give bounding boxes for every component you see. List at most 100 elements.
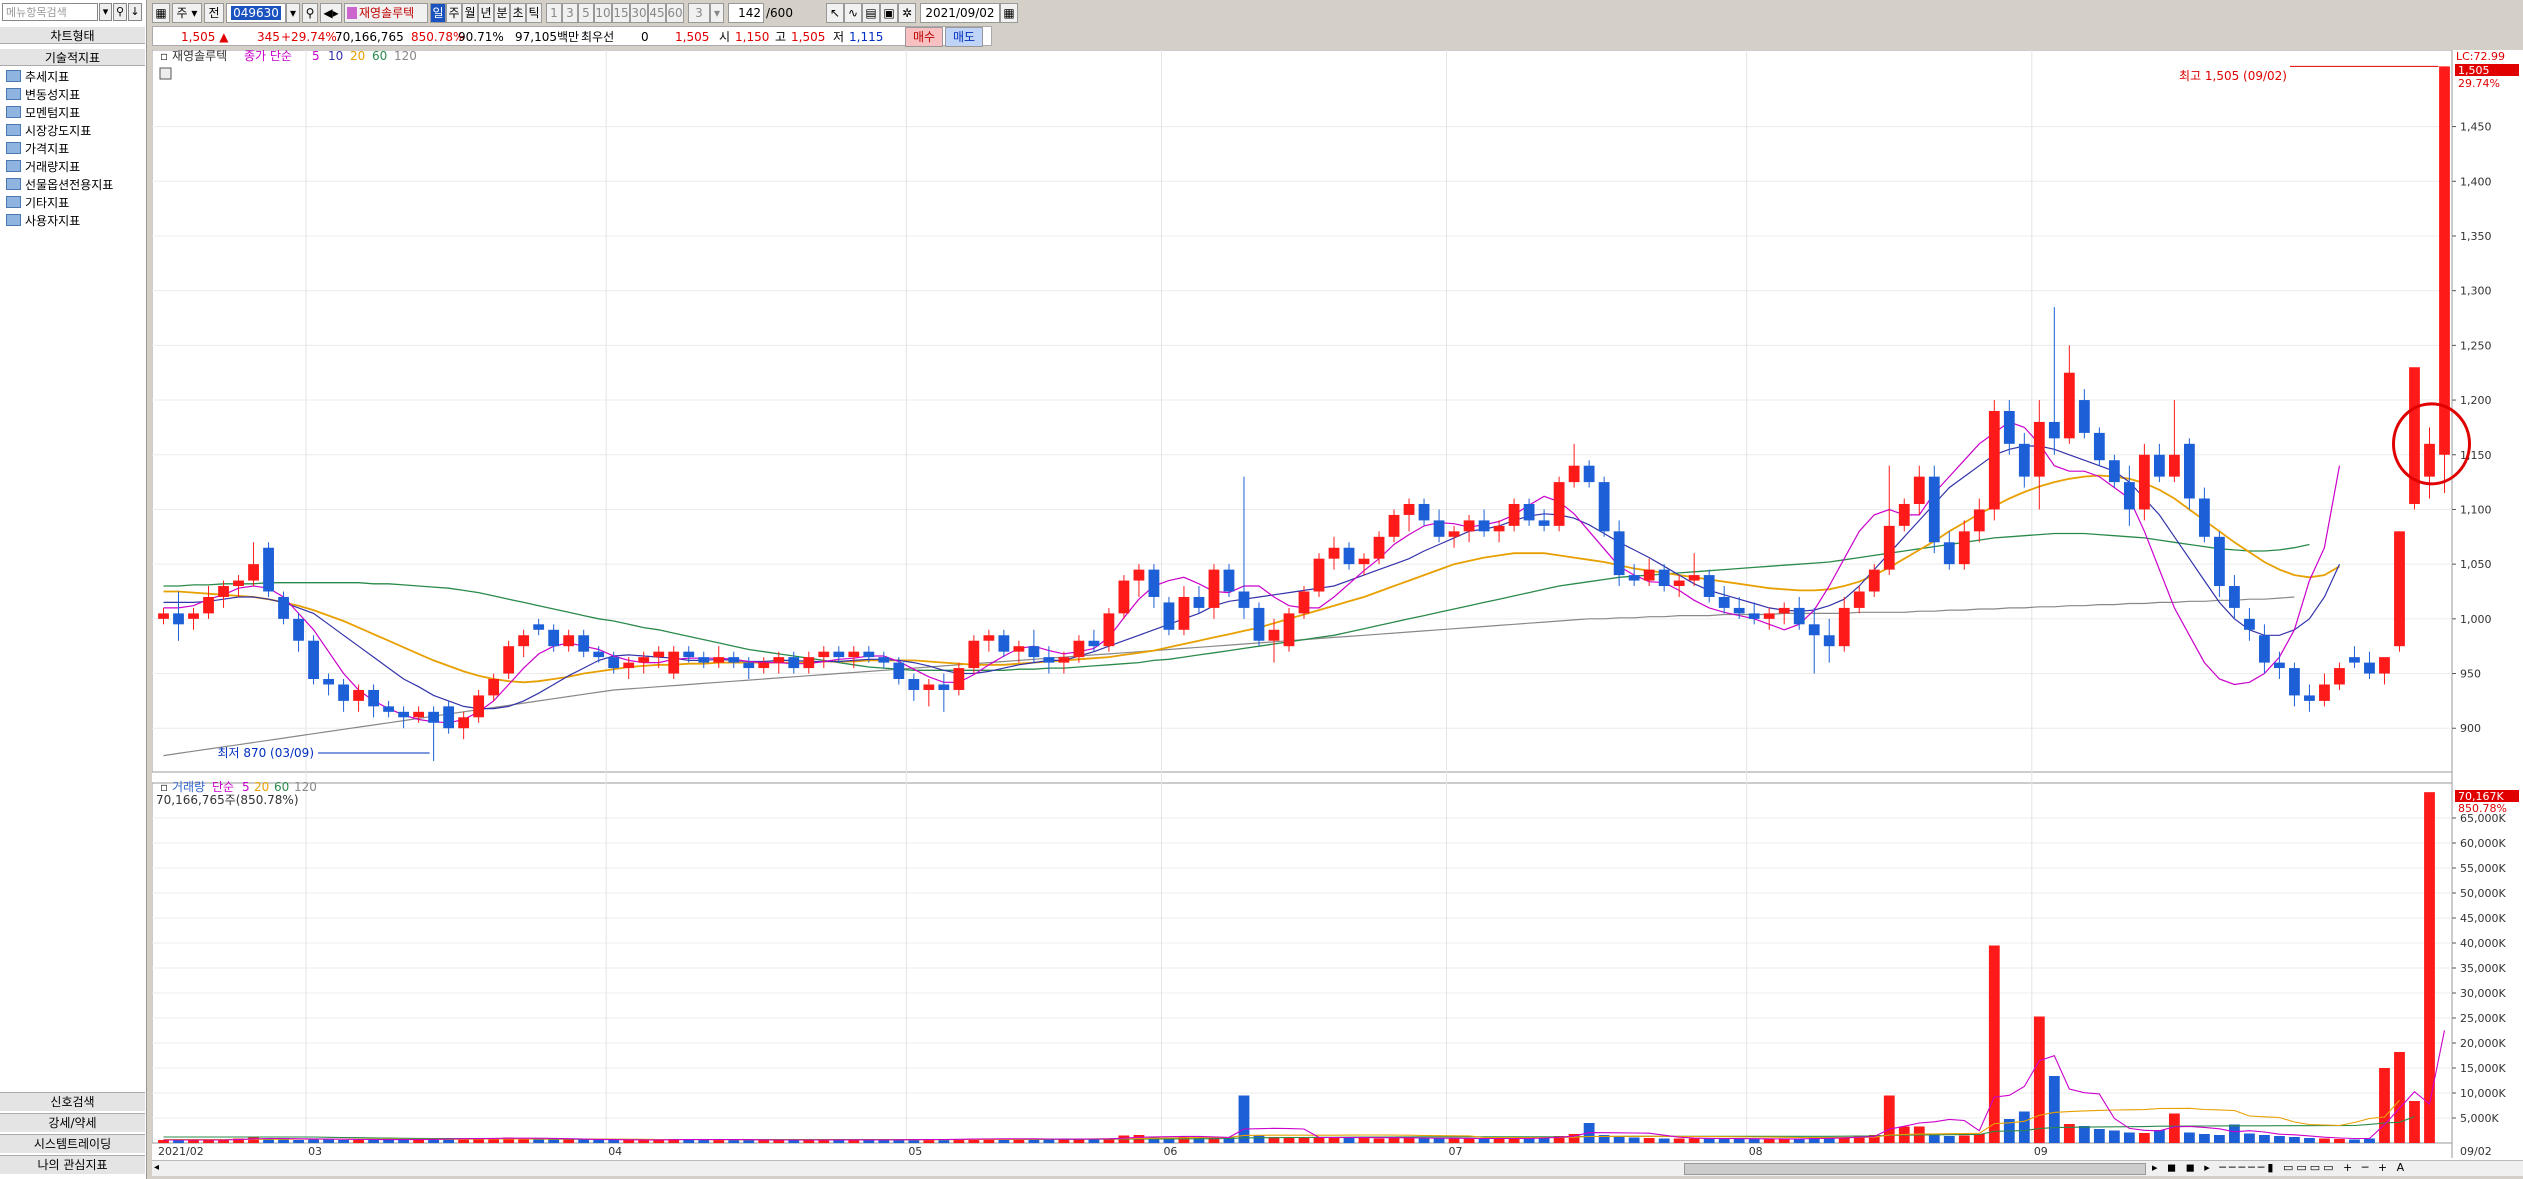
low-annotation: 최저 870 (03/09) <box>217 746 314 760</box>
volume-bar <box>383 1140 395 1143</box>
buy-button[interactable]: 매수 <box>905 27 943 47</box>
tab-minute[interactable]: 분 <box>494 3 510 23</box>
save-icon[interactable]: ▣ <box>880 3 898 23</box>
volume-bar <box>1493 1138 1505 1143</box>
candle-body <box>1913 476 1925 504</box>
count-input[interactable]: 142 <box>728 3 764 23</box>
tree-item[interactable]: 거래량지표 <box>6 158 113 176</box>
search-icon[interactable]: ⚲ <box>302 3 318 23</box>
candle-body <box>1418 503 1430 521</box>
candle-body <box>1958 531 1970 565</box>
menu-search-input[interactable]: 메뉴항목검색 <box>2 3 98 21</box>
gear-icon[interactable]: ✲ <box>898 3 916 23</box>
price-legend-box[interactable]: ▫ <box>160 49 168 63</box>
candle-body <box>1553 482 1565 526</box>
minute-15[interactable]: 15 <box>612 3 630 23</box>
x-tick-label: 06 <box>1163 1145 1177 1158</box>
tab-tick[interactable]: 틱 <box>526 3 542 23</box>
candle-body <box>1733 607 1745 614</box>
minute-3[interactable]: 3 <box>562 3 578 23</box>
tree-item[interactable]: 시장강도지표 <box>6 122 113 140</box>
zoom-controls[interactable]: ▸ ◼ ◼ ▸ ─────▮ ▭▭▭▭ + ─ + A <box>2152 1161 2512 1175</box>
strength-tab[interactable]: 강세/약세 <box>0 1113 145 1132</box>
candle-body <box>368 689 379 707</box>
candle-body <box>2394 531 2405 647</box>
tree-item[interactable]: 기타지표 <box>6 194 113 212</box>
candle-body <box>1103 613 1115 647</box>
minute-1[interactable]: 1 <box>546 3 562 23</box>
scroll-thumb[interactable] <box>1684 1163 2146 1175</box>
price-tick-label: 1,450 <box>2460 121 2492 134</box>
volume-bar <box>2153 1130 2165 1143</box>
minute-45[interactable]: 45 <box>648 3 666 23</box>
candle-body <box>2364 662 2375 674</box>
candle-body <box>1343 547 1355 565</box>
tab-day[interactable]: 일 <box>430 3 446 23</box>
download-icon[interactable]: ↓ <box>128 3 142 21</box>
my-indicators-tab[interactable]: 나의 관심지표 <box>0 1155 145 1174</box>
vol-legend-box[interactable]: ▫ <box>160 780 168 794</box>
multiplier-dropdown-icon[interactable]: ▾ <box>710 3 724 23</box>
candle-body <box>1193 596 1205 608</box>
tree-item[interactable]: 가격지표 <box>6 140 113 158</box>
ma60-legend: 60 <box>372 50 387 63</box>
grid-toggle-icon[interactable] <box>159 67 172 80</box>
code-dropdown-icon[interactable]: ▾ <box>286 3 300 23</box>
minute-10[interactable]: 10 <box>594 3 612 23</box>
volume-bar <box>1373 1138 1385 1143</box>
scroll-left-icon[interactable]: ◂ <box>154 1162 166 1174</box>
chart-svg[interactable]: 900 950 1,000 1,050 1,100 1,150 1,200 1,250 1,30… <box>151 49 2523 1175</box>
stock-code-input[interactable]: 049630 <box>226 3 286 23</box>
candle-body <box>398 711 410 718</box>
bottom-scrollbar[interactable]: ◂ ▸ ◼ ◼ ▸ ─────▮ ▭▭▭▭ + ─ + A <box>152 1160 2523 1176</box>
speaker-icon[interactable]: ◀▸ <box>320 3 342 23</box>
candle-body <box>2153 454 2165 477</box>
tab-week[interactable]: 주 <box>446 3 462 23</box>
chart-icon[interactable]: ▦ <box>152 3 170 23</box>
x-axis: 2021/02 03 04 05 06 07 08 09 09/02 <box>158 1145 2492 1158</box>
candle-body <box>1718 596 1730 608</box>
volume-bar <box>293 1140 304 1143</box>
system-trading-tab[interactable]: 시스템트레이딩 <box>0 1134 145 1153</box>
tab-year[interactable]: 년 <box>478 3 494 23</box>
chart-type-header[interactable]: 차트형태 <box>0 26 145 44</box>
search-icon[interactable]: ⚲ <box>113 3 127 21</box>
volume-bar <box>1973 1134 1985 1143</box>
tree-item[interactable]: 선물옵션전용지표 <box>6 176 113 194</box>
candle-body <box>2003 411 2015 444</box>
search-dropdown-button[interactable]: ▾ <box>99 3 112 21</box>
multiplier-input[interactable]: 3 <box>688 3 710 23</box>
candle-body <box>1778 607 1790 614</box>
volume-bar <box>2379 1068 2390 1143</box>
tree-item[interactable]: 사용자지표 <box>6 212 113 230</box>
volume-bar <box>1658 1138 1670 1143</box>
price-legend-ma-label: 종가 단순 <box>244 50 292 63</box>
sell-button[interactable]: 매도 <box>945 27 983 47</box>
calendar-icon[interactable]: ▤ <box>862 3 880 23</box>
volume-bar <box>1988 945 2000 1143</box>
tab-month[interactable]: 월 <box>462 3 478 23</box>
tree-item[interactable]: 변동성지표 <box>6 86 113 104</box>
all-button[interactable]: 전 <box>204 3 224 23</box>
calendar-icon[interactable]: ▦ <box>1000 3 1018 23</box>
candle-body <box>713 657 725 663</box>
minute-60[interactable]: 60 <box>666 3 684 23</box>
candle-body <box>878 657 890 663</box>
tab-second[interactable]: 초 <box>510 3 526 23</box>
draw-icon[interactable]: ∿ <box>844 3 862 23</box>
date-input[interactable]: 2021/09/02 <box>920 3 1000 23</box>
tree-item[interactable]: 모멘텀지표 <box>6 104 113 122</box>
minute-30[interactable]: 30 <box>630 3 648 23</box>
volume-bar <box>2093 1129 2105 1143</box>
volume-bar <box>1703 1138 1715 1143</box>
tree-item[interactable]: 추세지표 <box>6 68 113 86</box>
minute-5[interactable]: 5 <box>578 3 594 23</box>
tech-indicator-header[interactable]: 기술적지표 <box>0 48 145 66</box>
market-select[interactable]: 주 ▾ <box>172 3 202 23</box>
candle-body <box>2093 432 2105 461</box>
stock-name[interactable]: 재영솔루텍 <box>344 3 428 23</box>
price-tick-label: 900 <box>2460 722 2481 735</box>
signal-search-tab[interactable]: 신호검색 <box>0 1092 145 1111</box>
pointer-icon[interactable]: ↖ <box>826 3 844 23</box>
left-panel: 메뉴항목검색 ▾ ⚲ ↓ 차트형태 기술적지표 추세지표 변동성지표 모멘텀지표… <box>0 0 147 1179</box>
